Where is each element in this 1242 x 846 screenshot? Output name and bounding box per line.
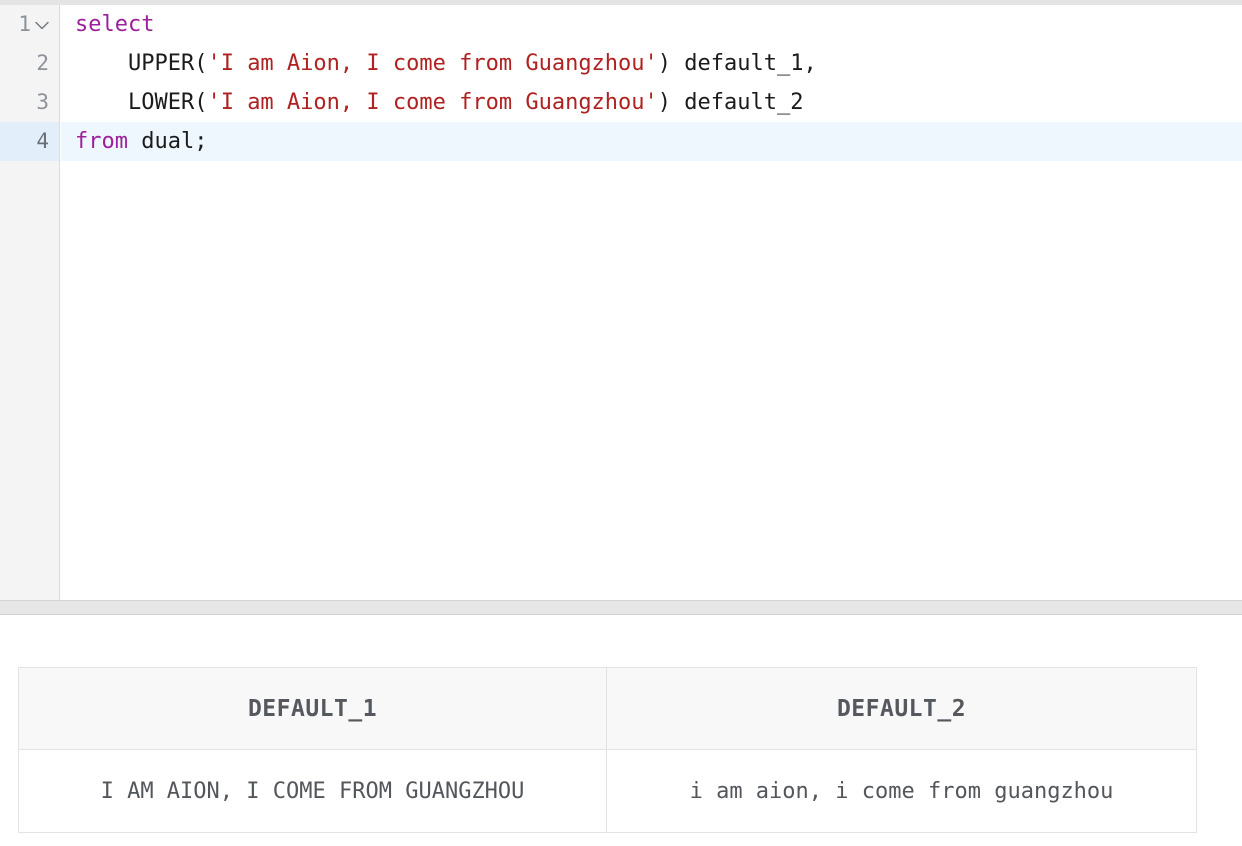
- code-token-kw: select: [75, 12, 155, 37]
- code-token-id: ) default_2: [657, 90, 804, 115]
- column-header-default-2[interactable]: DEFAULT_2: [606, 667, 1197, 750]
- code-line-3[interactable]: LOWER('I am Aion, I come from Guangzhou'…: [61, 83, 1242, 122]
- code-line-4[interactable]: from dual;: [61, 122, 1242, 161]
- query-results-table: DEFAULT_1 DEFAULT_2 I AM AION, I COME FR…: [18, 667, 1197, 833]
- query-results-pane: DEFAULT_1 DEFAULT_2 I AM AION, I COME FR…: [0, 615, 1242, 846]
- line-number-label: 3: [36, 90, 49, 114]
- code-token-fn: LOWER(: [75, 90, 208, 115]
- column-header-default-1[interactable]: DEFAULT_1: [18, 667, 607, 750]
- line-number-3[interactable]: 3: [0, 83, 59, 122]
- sql-editor-pane[interactable]: 1234 select UPPER('I am Aion, I come fro…: [0, 5, 1242, 600]
- line-number-label: 2: [36, 51, 49, 75]
- line-number-4[interactable]: 4: [0, 122, 59, 161]
- code-token-id: ) default_1,: [657, 51, 817, 76]
- line-number-2[interactable]: 2: [0, 44, 59, 83]
- line-number-label: 4: [36, 129, 49, 153]
- editor-line-number-gutter[interactable]: 12 3 4: [0, 5, 60, 600]
- chevron-down-icon[interactable]: [35, 5, 49, 44]
- table-header-row: DEFAULT_1 DEFAULT_2: [18, 667, 1197, 750]
- code-token-str: 'I am Aion, I come from Guangzhou': [207, 90, 658, 115]
- code-token-str: 'I am Aion, I come from Guangzhou': [207, 51, 658, 76]
- code-token-id: dual;: [127, 129, 208, 154]
- code-line-1[interactable]: select: [61, 5, 1242, 44]
- editor-results-splitter[interactable]: [0, 600, 1242, 615]
- code-token-kw: from: [75, 129, 128, 154]
- table-row[interactable]: I AM AION, I COME FROM GUANGZHOU i am ai…: [18, 749, 1197, 833]
- code-line-2[interactable]: UPPER('I am Aion, I come from Guangzhou'…: [61, 44, 1242, 83]
- code-token-fn: UPPER(: [75, 51, 208, 76]
- line-number-1[interactable]: 1: [0, 5, 59, 44]
- editor-code-area[interactable]: select UPPER('I am Aion, I come from Gua…: [61, 5, 1242, 600]
- cell-default-1[interactable]: I AM AION, I COME FROM GUANGZHOU: [18, 749, 607, 833]
- cell-default-2[interactable]: i am aion, i come from guangzhou: [606, 749, 1197, 833]
- line-number-label: 1: [18, 12, 31, 36]
